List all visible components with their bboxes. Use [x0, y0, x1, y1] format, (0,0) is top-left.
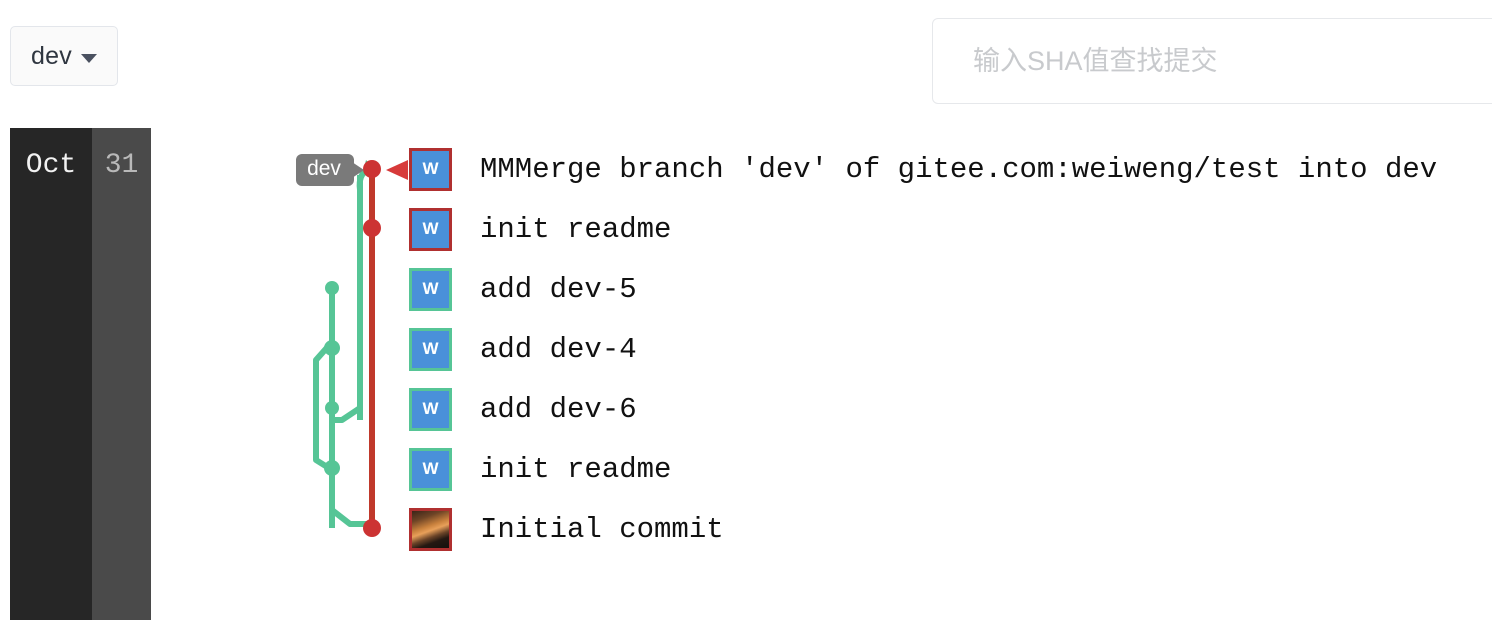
avatar: W — [409, 207, 452, 251]
branch-selector-label: dev — [31, 41, 72, 70]
toolbar: dev — [0, 0, 1492, 120]
commit-node-initial[interactable] — [363, 519, 381, 537]
commit-row[interactable]: Initial commit — [409, 507, 724, 551]
date-gutter: Oct 31 — [0, 128, 240, 620]
commit-row[interactable]: W add dev-5 — [409, 267, 637, 311]
sha-search-input[interactable] — [971, 44, 1492, 78]
commit-row[interactable]: W init readme — [409, 207, 671, 251]
commit-node-5[interactable] — [325, 401, 339, 415]
avatar: W — [409, 267, 452, 311]
commit-node-4[interactable] — [324, 340, 340, 356]
commit-node-head[interactable] — [363, 160, 381, 178]
commit-row[interactable]: W add dev-6 — [409, 387, 637, 431]
chevron-down-icon — [80, 53, 97, 63]
date-gutter-month: Oct — [10, 128, 92, 620]
commit-node-2[interactable] — [363, 219, 381, 237]
head-pointer-icon — [386, 160, 408, 180]
feature-branch-merge-base — [329, 468, 372, 527]
commit-message[interactable]: MMMerge branch 'dev' of gitee.com:weiwen… — [480, 153, 1437, 186]
commit-row[interactable]: W MMMerge branch 'dev' of gitee.com:weiw… — [409, 147, 1437, 191]
commit-message[interactable]: add dev-4 — [480, 333, 637, 366]
avatar: W — [409, 387, 452, 431]
commit-message[interactable]: Initial commit — [480, 513, 724, 546]
branch-selector-button[interactable]: dev — [10, 26, 118, 86]
date-gutter-day-label: 31 — [104, 150, 139, 181]
commit-graph-page: dev Oct 31 — [0, 0, 1492, 620]
avatar: W — [409, 447, 452, 491]
date-gutter-day: 31 — [92, 128, 151, 620]
avatar: W — [409, 327, 452, 371]
commit-row[interactable]: W init readme — [409, 447, 671, 491]
date-gutter-month-label: Oct — [25, 150, 77, 181]
commit-node-6[interactable] — [324, 460, 340, 476]
commit-message[interactable]: init readme — [480, 213, 671, 246]
commit-row[interactable]: W add dev-4 — [409, 327, 637, 371]
branch-tag-dev[interactable] — [296, 154, 364, 186]
avatar: W — [409, 147, 452, 191]
commit-message[interactable]: add dev-6 — [480, 393, 637, 426]
commit-list: W MMMerge branch 'dev' of gitee.com:weiw… — [409, 130, 1492, 600]
avatar — [409, 507, 452, 551]
commit-message[interactable]: init readme — [480, 453, 671, 486]
commit-message[interactable]: add dev-5 — [480, 273, 637, 306]
sha-search-box[interactable] — [932, 18, 1492, 104]
commit-node-3[interactable] — [325, 281, 339, 295]
